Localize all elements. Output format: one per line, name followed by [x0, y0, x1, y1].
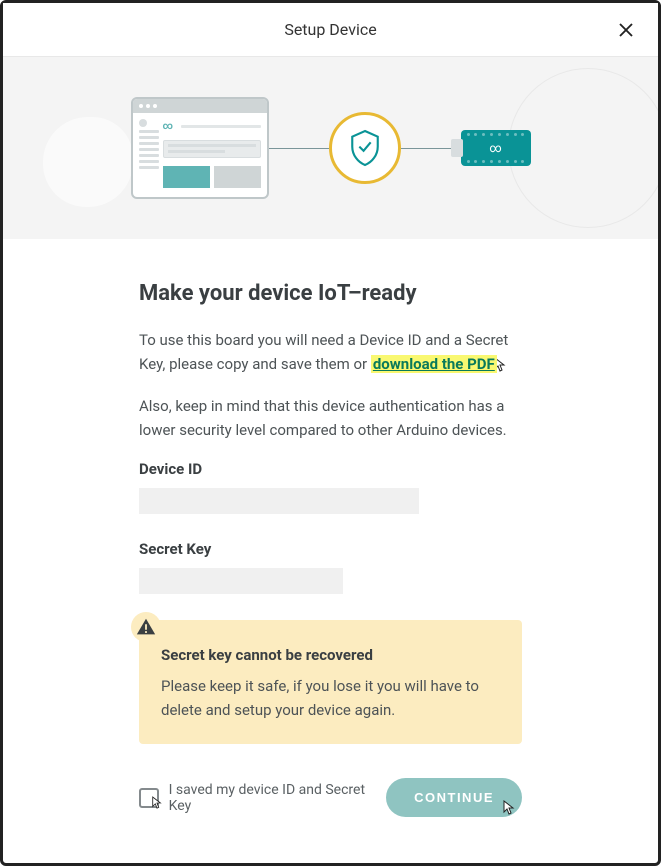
- device-id-value[interactable]: [139, 488, 419, 514]
- device-id-label: Device ID: [139, 460, 522, 478]
- dialog-title: Setup Device: [284, 20, 376, 39]
- secret-key-value[interactable]: [139, 568, 343, 594]
- description-2: Also, keep in mind that this device auth…: [139, 394, 522, 442]
- close-button[interactable]: [614, 18, 638, 42]
- cursor-icon: [151, 795, 163, 814]
- arduino-board-icon: ∞: [461, 130, 531, 166]
- hero-illustration: ∞ ∞: [3, 57, 658, 239]
- warning-box: Secret key cannot be recovered Please ke…: [139, 620, 522, 744]
- saved-checkbox-label: I saved my device ID and Secret Key: [169, 782, 386, 814]
- description-1: To use this board you will need a Device…: [139, 328, 522, 376]
- continue-button[interactable]: CONTINUE: [386, 778, 522, 817]
- saved-checkbox[interactable]: [139, 788, 159, 808]
- browser-mock-icon: ∞: [131, 97, 269, 199]
- page-title: Make your device IoT–ready: [139, 281, 522, 306]
- saved-checkbox-row[interactable]: I saved my device ID and Secret Key: [139, 782, 386, 814]
- secret-key-label: Secret Key: [139, 540, 522, 558]
- dialog-header: Setup Device: [3, 3, 658, 57]
- cursor-icon: [502, 800, 516, 819]
- warning-title: Secret key cannot be recovered: [161, 646, 500, 664]
- shield-icon: [329, 112, 401, 184]
- close-icon: [617, 21, 635, 39]
- warning-text: Please keep it safe, if you lose it you …: [161, 674, 500, 722]
- download-pdf-link[interactable]: download the PDF: [371, 355, 497, 373]
- main-content: Make your device IoT–ready To use this b…: [3, 239, 658, 817]
- footer-row: I saved my device ID and Secret Key CONT…: [139, 778, 522, 817]
- warning-icon: [131, 612, 161, 642]
